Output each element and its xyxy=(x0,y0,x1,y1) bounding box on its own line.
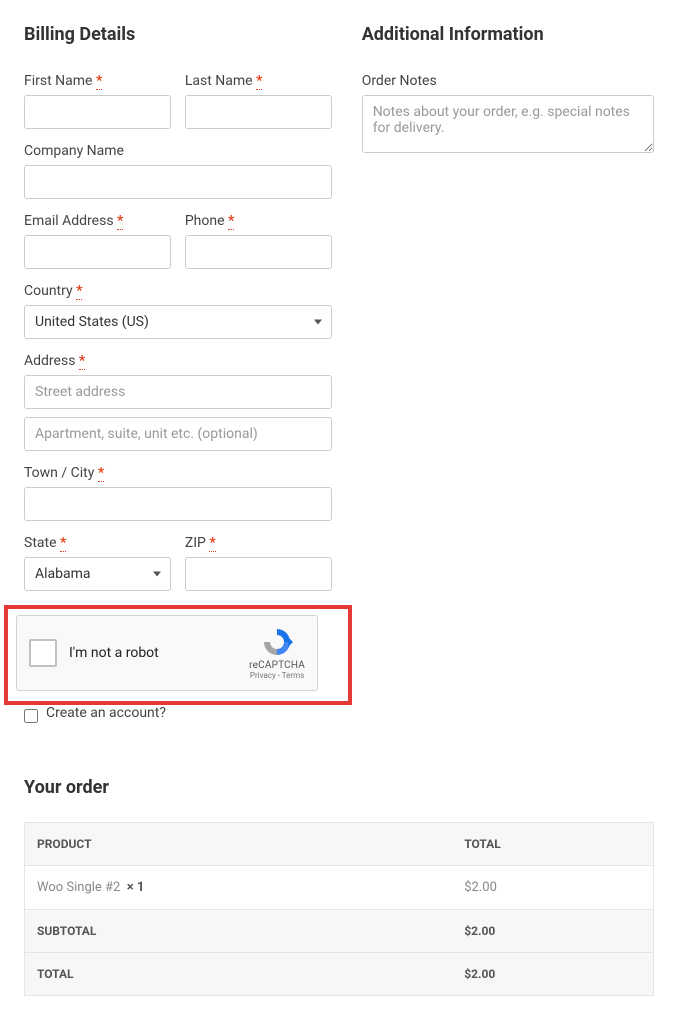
email-label: Email Address * xyxy=(24,213,171,229)
zip-label: ZIP * xyxy=(185,535,332,551)
phone-label: Phone * xyxy=(185,213,332,229)
recaptcha-checkbox[interactable] xyxy=(29,639,57,667)
country-label: Country * xyxy=(24,283,332,299)
first-name-label: First Name * xyxy=(24,73,171,89)
state-select[interactable]: Alabama xyxy=(24,557,171,591)
additional-heading: Additional Information xyxy=(362,24,654,45)
order-item-total: $2.00 xyxy=(452,866,653,910)
recaptcha-brand: reCAPTCHA xyxy=(249,660,305,671)
order-total-value: $2.00 xyxy=(452,953,653,996)
order-notes-textarea[interactable] xyxy=(362,95,654,153)
email-input[interactable] xyxy=(24,235,171,269)
recaptcha-highlight: I'm not a robot reCAPTCHA Privacy - Term… xyxy=(4,605,352,705)
phone-input[interactable] xyxy=(185,235,332,269)
state-label: State * xyxy=(24,535,171,551)
order-subtotal-label: SUBTOTAL xyxy=(25,910,453,953)
table-row: Woo Single #2 × 1 $2.00 xyxy=(25,866,654,910)
order-col-product: PRODUCT xyxy=(25,823,453,866)
order-subtotal-value: $2.00 xyxy=(452,910,653,953)
last-name-input[interactable] xyxy=(185,95,332,129)
zip-input[interactable] xyxy=(185,557,332,591)
first-name-input[interactable] xyxy=(24,95,171,129)
create-account-checkbox[interactable] xyxy=(24,709,38,723)
address-label: Address * xyxy=(24,353,332,369)
order-item-qty: × 1 xyxy=(127,880,145,895)
recaptcha-label: I'm not a robot xyxy=(69,645,159,661)
recaptcha-logo-icon xyxy=(261,626,293,658)
address-line1-input[interactable] xyxy=(24,375,332,409)
town-input[interactable] xyxy=(24,487,332,521)
create-account-label[interactable]: Create an account? xyxy=(46,705,166,721)
town-label: Town / City * xyxy=(24,465,332,481)
last-name-label: Last Name * xyxy=(185,73,332,89)
country-select[interactable]: United States (US) xyxy=(24,305,332,339)
billing-heading: Billing Details xyxy=(24,24,332,45)
recaptcha-links[interactable]: Privacy - Terms xyxy=(249,671,305,680)
recaptcha-widget[interactable]: I'm not a robot reCAPTCHA Privacy - Term… xyxy=(16,615,318,691)
order-total-label: TOTAL xyxy=(25,953,453,996)
order-item-name: Woo Single #2 xyxy=(37,880,120,895)
company-input[interactable] xyxy=(24,165,332,199)
order-notes-label: Order Notes xyxy=(362,73,654,89)
order-col-total: TOTAL xyxy=(452,823,653,866)
company-label: Company Name xyxy=(24,143,332,159)
address-line2-input[interactable] xyxy=(24,417,332,451)
order-table: PRODUCT TOTAL Woo Single #2 × 1 $2.00 SU… xyxy=(24,822,654,996)
order-heading: Your order xyxy=(24,777,654,798)
